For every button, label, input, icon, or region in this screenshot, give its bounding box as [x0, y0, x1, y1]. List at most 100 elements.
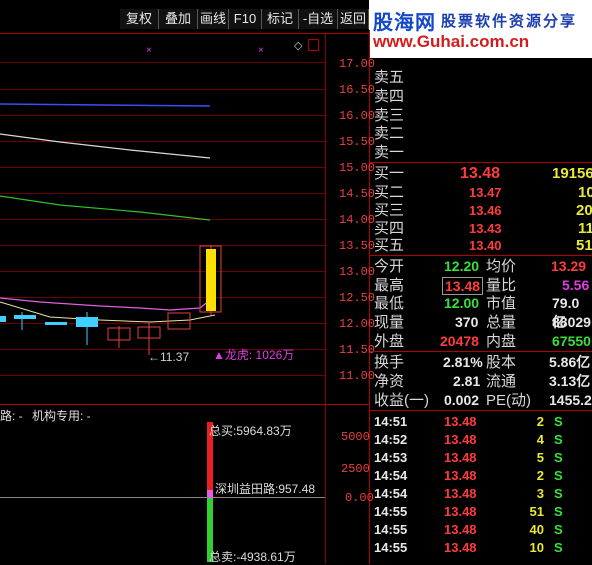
trade-qty: 10	[529, 540, 544, 555]
trade-time: 14:55	[374, 522, 408, 537]
bid1-label: 买一	[374, 165, 405, 182]
trade-row[interactable]: 14:55 13.48 10 S	[374, 539, 592, 557]
avg-label: 均价	[486, 258, 517, 275]
f10-button[interactable]: F10	[229, 9, 262, 29]
outer-value: 20478	[440, 333, 479, 349]
trade-side: S	[554, 522, 563, 537]
mktcap-value: 79.0亿	[552, 295, 580, 330]
trade-row[interactable]: 14:52 13.48 4 S	[374, 431, 592, 449]
total-sell-label: 总卖:-4938.61万	[209, 550, 296, 564]
trade-qty: 2	[536, 468, 544, 483]
trade-row[interactable]: 14:51 13.48 2 S	[374, 413, 592, 431]
trade-qty: 4	[536, 432, 544, 447]
mark-button[interactable]: 标记	[262, 9, 299, 29]
trade-time: 14:54	[374, 486, 408, 501]
draw-line-button[interactable]: 画线	[198, 9, 229, 29]
ma-line-magenta	[0, 297, 211, 311]
ratio-label: 量比	[486, 277, 517, 294]
lower-tick: 2500	[341, 462, 370, 476]
turnover-label: 换手	[374, 354, 405, 371]
trade-time: 14:51	[374, 414, 408, 429]
bid5-label: 买五	[374, 237, 405, 254]
trade-side: S	[554, 486, 563, 501]
ma-line-green	[0, 195, 211, 221]
bid2-price: 13.47	[469, 185, 502, 200]
inner-value: 67550	[552, 333, 591, 349]
trade-side: S	[554, 468, 563, 483]
bid2-volume: 10	[578, 184, 592, 201]
avg-value: 13.29	[551, 258, 587, 274]
total-vol-label: 总量	[486, 314, 517, 331]
ask2-label: 卖二	[374, 125, 405, 142]
dragon-tiger-label[interactable]: ▲龙虎: 1026万	[213, 346, 294, 363]
trade-row[interactable]: 14:55 13.48 51 S	[374, 503, 592, 521]
trade-price: 13.48	[444, 486, 477, 501]
bid1-volume: 19156	[552, 165, 592, 182]
trade-price: 13.48	[444, 450, 477, 465]
trade-qty: 5	[536, 450, 544, 465]
trade-qty: 2	[536, 414, 544, 429]
seat-header-left: 路: -	[0, 409, 23, 423]
lower-tick: 5000	[341, 430, 370, 444]
trade-row[interactable]: 14:55 13.48 40 S	[374, 521, 592, 539]
eps-value: 0.002	[444, 392, 480, 408]
turnover-value: 2.81%	[443, 354, 483, 370]
candle	[76, 317, 98, 327]
orderbook-divider	[370, 162, 592, 163]
low-value: 12.00	[444, 295, 480, 311]
seat-label: 深圳益田路:957.48	[215, 482, 316, 496]
bid3-label: 买三	[374, 202, 405, 219]
back-button[interactable]: 返回	[338, 9, 369, 29]
trade-time: 14:55	[374, 540, 408, 555]
trade-row[interactable]: 14:54 13.48 3 S	[374, 485, 592, 503]
trade-time: 14:53	[374, 450, 408, 465]
bid3-volume: 20	[576, 202, 592, 219]
trade-side: S	[554, 414, 563, 429]
trade-row[interactable]: 14:53 13.48 5 S	[374, 449, 592, 467]
institution-header: 机构专用: -	[32, 409, 91, 423]
low-price-marker: ←11.37	[148, 350, 190, 364]
overlay-button[interactable]: 叠加	[159, 9, 198, 29]
watermark-title: 股海网	[373, 12, 436, 34]
ask4-label: 卖四	[374, 88, 405, 105]
high-value: 13.48	[442, 277, 484, 295]
candle	[0, 316, 6, 322]
nav-value: 2.81	[453, 373, 481, 389]
bid5-volume: 51	[576, 237, 592, 254]
restore-rights-button[interactable]: 复权	[120, 9, 159, 29]
inner-label: 内盘	[486, 333, 517, 350]
watchlist-button[interactable]: -自选	[299, 9, 338, 29]
cur-vol-label: 现量	[374, 314, 405, 331]
watermark-url: www.Guhai.com.cn	[373, 32, 530, 51]
trade-time: 14:54	[374, 468, 408, 483]
ma-line-white	[0, 133, 211, 159]
trade-time: 14:55	[374, 504, 408, 519]
trade-row[interactable]: 14:54 13.48 2 S	[374, 467, 592, 485]
trade-price: 13.48	[444, 432, 477, 447]
bid1-price: 13.48	[460, 165, 501, 182]
pe-label: PE(动)	[486, 392, 532, 409]
open-label: 今开	[374, 258, 405, 275]
high-label: 最高	[374, 277, 405, 294]
trade-side: S	[554, 504, 563, 519]
trade-price: 13.48	[444, 414, 477, 429]
shares-label: 股本	[486, 354, 517, 371]
total-vol-value: 88029	[552, 314, 591, 330]
zero-line	[0, 497, 325, 498]
trade-price: 13.48	[444, 504, 477, 519]
cur-vol-value: 370	[455, 314, 479, 330]
float-label: 流通	[486, 373, 517, 390]
watermark-logo: 股海网 股票软件资源分享 www.Guhai.com.cn	[369, 0, 592, 58]
ask1-label: 卖一	[374, 144, 405, 161]
watermark-subtitle: 股票软件资源分享	[441, 13, 578, 30]
low-label: 最低	[374, 295, 405, 312]
eps-label: 收益(一)	[374, 392, 429, 409]
open-value: 12.20	[444, 258, 480, 274]
candle	[14, 315, 36, 319]
bid3-price: 13.46	[469, 203, 502, 218]
price-chart[interactable]: 17.00 16.50 16.00 15.50 15.00 14.50 14.0…	[0, 30, 375, 564]
stats-divider	[370, 255, 592, 256]
trade-qty: 40	[529, 522, 544, 537]
seat-bar	[207, 490, 213, 498]
ma-line-blue	[0, 103, 211, 107]
